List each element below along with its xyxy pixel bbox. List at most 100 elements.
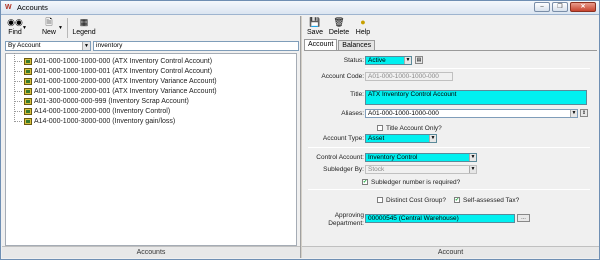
control-account-value: Inventory Control bbox=[368, 154, 418, 161]
aliases-select[interactable]: A01-000-1000-1000-000 ▼ bbox=[365, 109, 578, 118]
filter-row: By Account ▼ inventory bbox=[5, 41, 299, 51]
detail-tabs: Account Balances bbox=[304, 39, 376, 50]
subledger-by-select: Stock ▼ bbox=[365, 165, 477, 174]
account-type-value: Asset bbox=[368, 135, 385, 142]
tree-item-label: A14-000-1000-2000-000 (Inventory Control… bbox=[34, 108, 171, 115]
subledger-by-value: Stock bbox=[368, 166, 385, 173]
search-input[interactable]: inventory bbox=[93, 41, 299, 51]
restore-button[interactable]: ❐ bbox=[552, 2, 568, 12]
save-label: Save bbox=[307, 29, 323, 36]
delete-button[interactable]: 🗑 Delete bbox=[326, 16, 352, 40]
approving-department-label-line2: Department: bbox=[328, 220, 364, 227]
chevron-down-icon[interactable]: ▼ bbox=[58, 25, 63, 31]
tree-item-label: A14-000-1000-3000-000 (Inventory gain/lo… bbox=[34, 118, 176, 125]
legend-button[interactable]: ▦ Legend bbox=[71, 16, 97, 40]
new-button[interactable]: 🗎 New ▼ bbox=[34, 16, 64, 40]
aliases-spin-button[interactable]: ⇕ bbox=[580, 109, 588, 117]
approving-department-lookup-button[interactable]: … bbox=[517, 214, 530, 222]
account-icon bbox=[24, 58, 32, 65]
account-icon bbox=[24, 108, 32, 115]
window-title: Accounts bbox=[17, 3, 48, 12]
accounts-window: W Accounts – ❐ ✕ ◉◉ Find ▼ 🗎 New ▼ ▦ Leg… bbox=[0, 0, 600, 260]
tab-balances[interactable]: Balances bbox=[338, 40, 376, 50]
find-button[interactable]: ◉◉ Find ▼ bbox=[2, 16, 28, 40]
checkbox-box[interactable] bbox=[362, 179, 368, 185]
chevron-down-icon[interactable]: ▼ bbox=[82, 42, 90, 50]
tree-item-label: A01-300-0000-000-999 (Inventory Scrap Ac… bbox=[34, 98, 189, 105]
control-account-select[interactable]: Inventory Control ▼ bbox=[365, 153, 477, 162]
left-toolbar: ◉◉ Find ▼ 🗎 New ▼ ▦ Legend bbox=[2, 16, 97, 40]
distinct-cost-group-label: Distinct Cost Group? bbox=[386, 196, 446, 204]
save-button[interactable]: 💾 Save bbox=[304, 16, 326, 40]
self-assessed-tax-checkbox[interactable]: Self-assessed Tax? bbox=[454, 196, 519, 204]
subledger-required-label: Subledger number is required? bbox=[371, 178, 461, 186]
account-type-select[interactable]: Asset ▼ bbox=[365, 134, 437, 143]
divider bbox=[365, 68, 590, 69]
aliases-value: A01-000-1000-1000-000 bbox=[368, 110, 439, 117]
control-account-label: Control Account: bbox=[316, 154, 364, 161]
tree-item[interactable]: A14-000-1000-2000-000 (Inventory Control… bbox=[14, 102, 171, 116]
title-bar[interactable]: W Accounts – ❐ ✕ bbox=[1, 1, 599, 15]
account-icon bbox=[24, 88, 32, 95]
minimize-button[interactable]: – bbox=[534, 2, 550, 12]
account-code-label: Account Code: bbox=[321, 73, 364, 80]
approving-department-label-line1: Approving bbox=[334, 212, 364, 219]
subledger-required-checkbox[interactable]: Subledger number is required? bbox=[362, 178, 460, 186]
distinct-cost-group-checkbox[interactable]: Distinct Cost Group? bbox=[377, 196, 446, 204]
left-pane-footer: Accounts bbox=[2, 246, 300, 258]
checkbox-box[interactable] bbox=[377, 125, 383, 131]
tree-connector bbox=[14, 82, 22, 92]
title-label: Title: bbox=[350, 91, 364, 98]
divider bbox=[308, 189, 590, 190]
accounts-tree[interactable]: A01-000-1000-1000-000 (ATX Inventory Con… bbox=[5, 52, 297, 246]
accounts-list-pane: ◉◉ Find ▼ 🗎 New ▼ ▦ Legend By Account ▼ … bbox=[2, 16, 300, 258]
tree-item[interactable]: A01-000-1000-2000-001 (ATX Inventory Var… bbox=[14, 82, 217, 96]
checkbox-box[interactable] bbox=[454, 197, 460, 203]
status-value: Active bbox=[368, 57, 386, 64]
chevron-down-icon[interactable]: ▼ bbox=[22, 25, 27, 31]
tree-item[interactable]: A14-000-1000-3000-000 (Inventory gain/lo… bbox=[14, 112, 176, 126]
divider bbox=[308, 147, 590, 148]
title-field[interactable]: ATX Inventory Control Account bbox=[365, 90, 587, 105]
tab-account[interactable]: Account bbox=[304, 39, 338, 50]
chevron-down-icon[interactable]: ▼ bbox=[570, 110, 577, 117]
account-icon bbox=[24, 118, 32, 125]
tree-item[interactable]: A01-000-1000-1000-001 (ATX Inventory Con… bbox=[14, 62, 213, 76]
chevron-down-icon[interactable]: ▼ bbox=[469, 154, 476, 161]
checkbox-box[interactable] bbox=[377, 197, 383, 203]
title-only-label: Title Account Only? bbox=[386, 124, 442, 132]
title-account-only-checkbox[interactable]: Title Account Only? bbox=[377, 124, 442, 132]
right-toolbar: 💾 Save 🗑 Delete ● Help bbox=[302, 16, 374, 40]
legend-label: Legend bbox=[72, 29, 96, 36]
help-label: Help bbox=[355, 29, 371, 36]
window-controls: – ❐ ✕ bbox=[534, 2, 596, 12]
delete-label: Delete bbox=[328, 29, 350, 36]
status-history-button[interactable]: ▤ bbox=[415, 56, 423, 64]
tree-item[interactable]: A01-000-1000-1000-000 (ATX Inventory Con… bbox=[14, 52, 213, 66]
account-code-field: A01-000-1000-1000-000 bbox=[365, 72, 453, 81]
account-type-label: Account Type: bbox=[322, 135, 364, 142]
status-label: Status: bbox=[343, 57, 364, 64]
tree-connector bbox=[14, 72, 22, 82]
tree-item-label: A01-000-1000-1000-001 (ATX Inventory Con… bbox=[34, 68, 213, 75]
tree-item-label: A01-000-1000-1000-000 (ATX Inventory Con… bbox=[34, 58, 213, 65]
chevron-down-icon[interactable]: ▼ bbox=[404, 57, 411, 64]
chevron-down-icon[interactable]: ▼ bbox=[429, 135, 436, 142]
approving-department-field[interactable]: 00000545 (Central Warehouse) bbox=[365, 214, 515, 223]
account-icon bbox=[24, 68, 32, 75]
status-select[interactable]: Active ▼ bbox=[365, 56, 412, 65]
help-button[interactable]: ● Help bbox=[352, 16, 374, 40]
tree-connector bbox=[14, 62, 22, 72]
filter-field-select[interactable]: By Account ▼ bbox=[5, 41, 91, 51]
tree-item-label: A01-000-1000-2000-001 (ATX Inventory Var… bbox=[34, 88, 217, 95]
chevron-down-icon: ▼ bbox=[469, 166, 476, 173]
account-icon bbox=[24, 98, 32, 105]
save-icon: 💾 bbox=[309, 17, 321, 27]
close-button[interactable]: ✕ bbox=[570, 2, 596, 12]
tree-item[interactable]: A01-000-1000-2000-000 (ATX Inventory Var… bbox=[14, 72, 217, 86]
lightbulb-icon: ● bbox=[360, 17, 366, 27]
tree-item[interactable]: A01-300-0000-000-999 (Inventory Scrap Ac… bbox=[14, 92, 189, 106]
self-assessed-label: Self-assessed Tax? bbox=[463, 196, 520, 204]
account-icon bbox=[24, 78, 32, 85]
aliases-label: Aliases: bbox=[341, 110, 364, 117]
